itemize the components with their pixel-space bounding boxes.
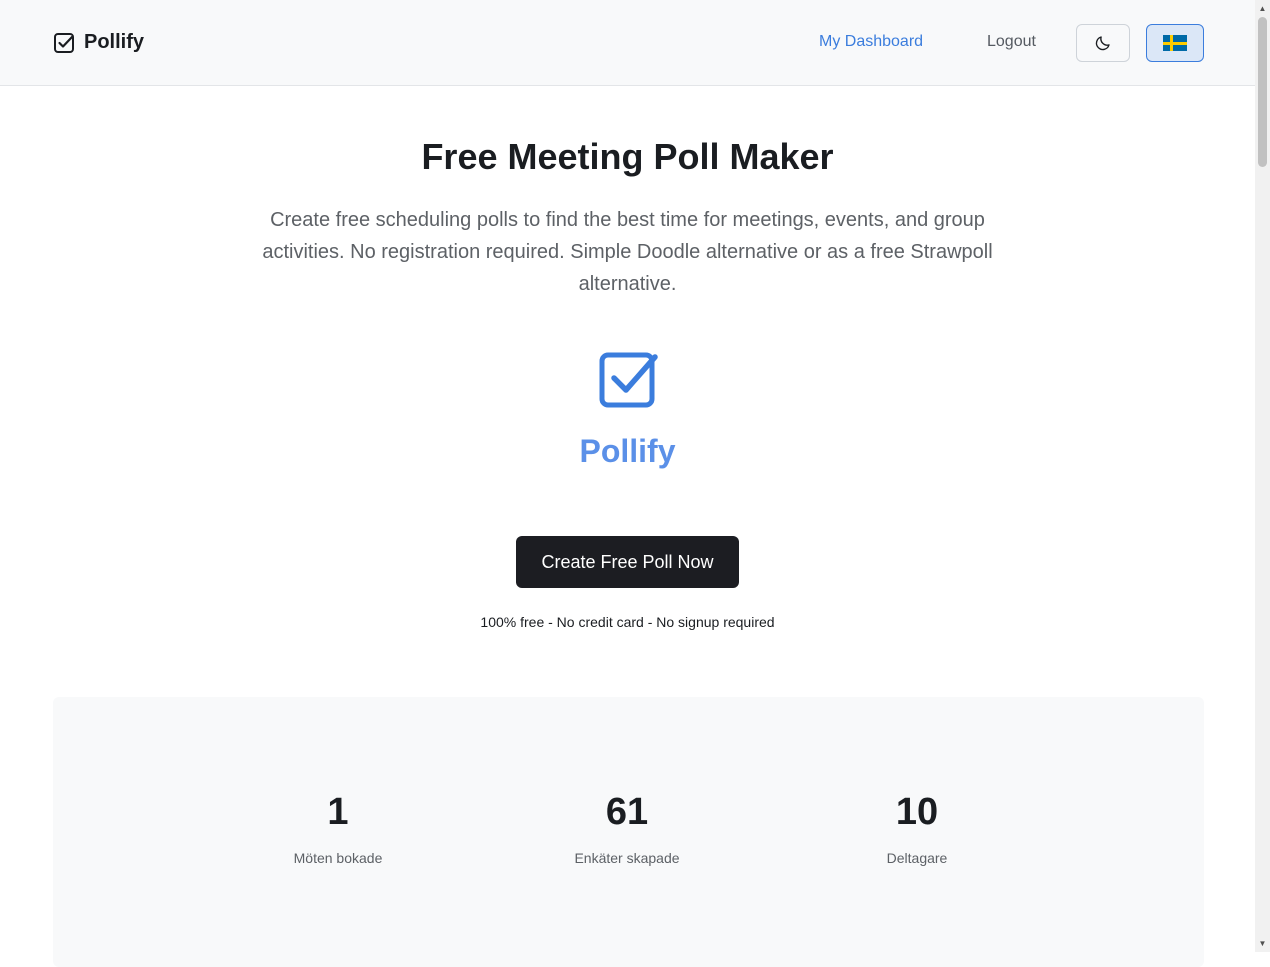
cta-note: 100% free - No credit card - No signup r… <box>480 614 775 630</box>
stat-label: Deltagare <box>886 850 948 866</box>
theme-toggle-button[interactable] <box>1076 24 1130 62</box>
stat-value: 1 <box>327 791 349 833</box>
stat-label: Enkäter skapade <box>574 850 680 866</box>
stats-panel: 1 Möten bokade 61 Enkäter skapade 10 Del… <box>53 697 1204 967</box>
scroll-up-arrow-icon[interactable]: ▲ <box>1255 1 1270 16</box>
stat-label: Möten bokade <box>293 850 383 866</box>
moon-icon <box>1095 36 1110 51</box>
language-selector-button[interactable] <box>1146 24 1204 62</box>
page-title: Free Meeting Poll Maker <box>421 136 834 177</box>
stat-participants: 10 Deltagare <box>817 790 1017 866</box>
brand-name: Pollify <box>84 31 145 53</box>
checkbox-icon <box>54 32 74 53</box>
hero-description: Create free scheduling polls to find the… <box>262 209 993 295</box>
stat-meetings-booked: 1 Möten bokade <box>238 790 438 866</box>
stat-polls-created: 61 Enkäter skapade <box>527 790 727 866</box>
top-navbar: Pollify My Dashboard Logout <box>0 0 1255 86</box>
nav-my-dashboard[interactable]: My Dashboard <box>819 33 923 51</box>
scrollbar-thumb[interactable] <box>1258 17 1267 167</box>
sweden-flag-icon <box>1163 35 1187 51</box>
scroll-down-arrow-icon[interactable]: ▼ <box>1255 936 1270 951</box>
nav-logout[interactable]: Logout <box>987 33 1036 51</box>
vertical-scrollbar[interactable]: ▲ ▼ <box>1255 0 1270 952</box>
create-poll-button[interactable]: Create Free Poll Now <box>516 536 739 588</box>
stat-value: 61 <box>605 791 649 833</box>
checkbox-logo-icon <box>599 352 658 408</box>
stat-value: 10 <box>895 791 939 833</box>
brand-link[interactable]: Pollify <box>53 31 144 54</box>
logo-text: Pollify <box>579 433 676 469</box>
